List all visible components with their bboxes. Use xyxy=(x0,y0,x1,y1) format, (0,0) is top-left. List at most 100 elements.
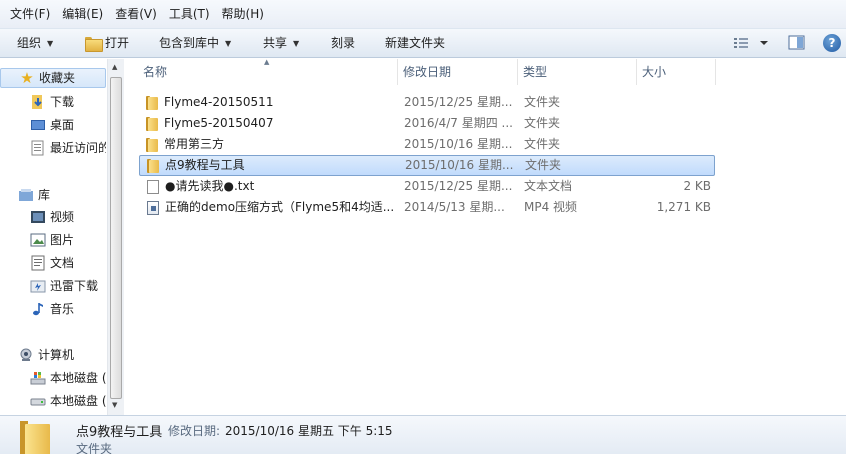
scroll-down-icon[interactable]: ▼ xyxy=(112,401,117,409)
burn-label: 刻录 xyxy=(331,36,356,50)
file-row[interactable]: Flyme5-20150407 2016/4/7 星期四 ... 文件夹 xyxy=(139,113,715,134)
column-headers: ▲ 名称 修改日期 类型 大小 xyxy=(125,58,846,85)
nav-local-disk-2-label: 本地磁盘 ( xyxy=(50,394,106,408)
column-header-type[interactable]: 类型 xyxy=(518,59,637,85)
menu-bar: 文件(F) 编辑(E) 查看(V) 工具(T) 帮助(H) xyxy=(0,0,846,28)
nav-downloads-label: 下载 xyxy=(50,95,75,109)
nav-local-disk-2[interactable]: 本地磁盘 ( xyxy=(30,391,106,411)
file-size: 1,271 KB xyxy=(656,200,711,214)
file-name: 点9教程与工具 xyxy=(165,158,245,172)
folder-icon xyxy=(146,158,160,173)
nav-libraries[interactable]: 库 xyxy=(18,185,106,205)
file-row[interactable]: ●请先读我●.txt 2015/12/25 星期... 文本文档 2 KB xyxy=(139,176,715,197)
file-date: 2015/10/16 星期... xyxy=(404,137,513,151)
column-header-date[interactable]: 修改日期 xyxy=(398,59,518,85)
music-icon xyxy=(30,301,46,317)
open-button[interactable]: 打开 xyxy=(85,29,129,58)
nav-documents-label: 文档 xyxy=(50,256,75,270)
drive-icon xyxy=(30,393,46,409)
menu-edit[interactable]: 编辑(E) xyxy=(56,0,109,28)
scroll-up-icon[interactable]: ▲ xyxy=(112,63,117,71)
nav-thunder-downloads[interactable]: 迅雷下载 xyxy=(30,276,106,296)
change-view-button[interactable] xyxy=(733,35,769,54)
details-name: 点9教程与工具 xyxy=(76,425,163,440)
new-folder-button[interactable]: 新建文件夹 xyxy=(385,29,445,58)
nav-local-disk-1-label: 本地磁盘 ( xyxy=(50,371,106,385)
preview-pane-button[interactable] xyxy=(788,35,806,54)
file-date: 2015/12/25 星期... xyxy=(404,95,513,109)
scroll-thumb[interactable] xyxy=(110,77,122,399)
nav-pictures[interactable]: 图片 xyxy=(30,230,106,250)
folder-icon xyxy=(145,116,159,131)
chevron-down-icon: ▼ xyxy=(47,39,54,48)
nav-pictures-label: 图片 xyxy=(50,233,75,247)
menu-tools[interactable]: 工具(T) xyxy=(163,0,216,28)
chevron-down-icon: ▼ xyxy=(225,39,232,48)
burn-button[interactable]: 刻录 xyxy=(331,29,355,58)
share-button[interactable]: 共享 ▼ xyxy=(263,29,299,58)
file-row[interactable]: Flyme4-20150511 2015/12/25 星期... 文件夹 xyxy=(139,92,715,113)
recent-places-icon xyxy=(30,140,46,156)
file-size: 2 KB xyxy=(683,179,711,193)
nav-computer[interactable]: 计算机 xyxy=(18,345,106,365)
file-name: ●请先读我●.txt xyxy=(165,179,255,193)
nav-music[interactable]: 音乐 xyxy=(30,299,106,319)
nav-desktop[interactable]: 桌面 xyxy=(30,115,106,135)
open-label: 打开 xyxy=(105,36,130,50)
nav-computer-label: 计算机 xyxy=(38,348,75,362)
videos-icon xyxy=(30,209,46,225)
include-in-library-label: 包含到库中 xyxy=(159,36,220,50)
file-date: 2015/12/25 星期... xyxy=(404,179,513,193)
file-date: 2016/4/7 星期四 ... xyxy=(404,116,513,130)
new-folder-label: 新建文件夹 xyxy=(385,36,446,50)
nav-downloads[interactable]: 下载 xyxy=(30,92,106,112)
nav-local-disk-1[interactable]: 本地磁盘 ( xyxy=(30,368,106,388)
menu-file[interactable]: 文件(F) xyxy=(4,0,56,28)
file-name: Flyme4-20150511 xyxy=(164,95,274,109)
file-type: 文件夹 xyxy=(524,116,561,130)
file-type: 文本文档 xyxy=(524,179,573,193)
windows-drive-icon xyxy=(30,370,46,386)
folder-open-icon xyxy=(85,37,103,52)
menu-view[interactable]: 查看(V) xyxy=(109,0,163,28)
file-row[interactable]: 常用第三方 2015/10/16 星期... 文件夹 xyxy=(139,134,715,155)
nav-videos-label: 视频 xyxy=(50,210,75,224)
command-bar: 组织 ▼ 打开 包含到库中 ▼ 共享 ▼ 刻录 新建文件夹 ? xyxy=(0,28,846,58)
explorer-window: 文件(F) 编辑(E) 查看(V) 工具(T) 帮助(H) 组织 ▼ 打开 包含… xyxy=(0,0,846,454)
help-button[interactable]: ? xyxy=(823,34,841,52)
file-date: 2014/5/13 星期... xyxy=(404,200,505,214)
chevron-down-icon: ▼ xyxy=(293,39,300,48)
view-list-icon xyxy=(734,38,768,48)
column-header-name[interactable]: 名称 xyxy=(138,59,398,85)
pictures-icon xyxy=(30,232,46,248)
downloads-folder-icon xyxy=(30,94,46,110)
menu-help[interactable]: 帮助(H) xyxy=(216,0,270,28)
include-in-library-button[interactable]: 包含到库中 ▼ xyxy=(159,29,231,58)
details-type: 文件夹 xyxy=(76,442,113,454)
details-pane: 点9教程与工具 修改日期: 2015/10/16 星期五 下午 5:15 文件夹 xyxy=(0,415,846,454)
file-type: 文件夹 xyxy=(525,158,562,172)
nav-thunder-downloads-label: 迅雷下载 xyxy=(50,279,99,293)
file-type: 文件夹 xyxy=(524,95,561,109)
computer-icon xyxy=(18,347,34,363)
details-modified-label: 修改日期: xyxy=(168,424,221,438)
video-file-icon xyxy=(147,200,159,215)
file-type: 文件夹 xyxy=(524,137,561,151)
nav-videos[interactable]: 视频 xyxy=(30,207,106,227)
nav-favorites[interactable]: ★ 收藏夹 xyxy=(0,68,106,88)
thunder-download-icon xyxy=(30,278,46,294)
file-name: 正确的demo压缩方式（Flyme5和4均适... xyxy=(165,200,395,214)
text-file-icon xyxy=(147,179,159,194)
documents-icon xyxy=(30,255,46,271)
file-row-selected[interactable]: 点9教程与工具 2015/10/16 星期... 文件夹 xyxy=(139,155,715,176)
file-type: MP4 视频 xyxy=(524,200,578,214)
file-name: 常用第三方 xyxy=(164,137,225,151)
nav-recent[interactable]: 最近访问的 xyxy=(30,138,106,158)
nav-favorites-label: 收藏夹 xyxy=(39,71,76,85)
column-header-size[interactable]: 大小 xyxy=(637,59,716,85)
organize-button[interactable]: 组织 ▼ xyxy=(17,29,53,58)
file-row[interactable]: 正确的demo压缩方式（Flyme5和4均适... 2014/5/13 星期..… xyxy=(139,197,715,218)
nav-music-label: 音乐 xyxy=(50,302,75,316)
nav-scrollbar[interactable]: ▲ ▼ xyxy=(107,59,124,415)
nav-documents[interactable]: 文档 xyxy=(30,253,106,273)
